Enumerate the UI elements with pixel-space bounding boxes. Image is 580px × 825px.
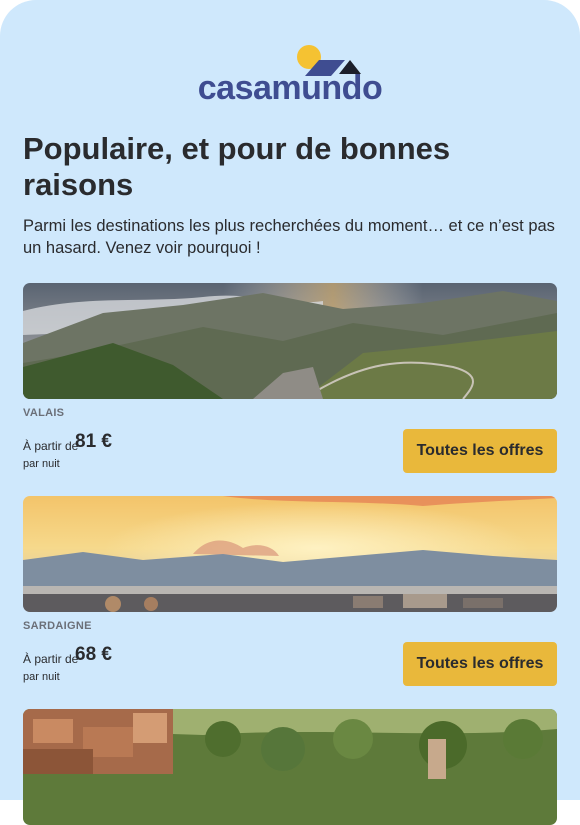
all-offers-button-sardaigne[interactable]: Toutes les offres [403, 642, 557, 686]
destination-card-sardaigne: SARDAIGNE À partir de 68 € par nuit Tout… [23, 496, 557, 686]
destination-name: SARDAIGNE [23, 620, 92, 632]
destination-card-third [23, 709, 557, 825]
price-from-label: À partir de [23, 439, 79, 453]
all-offers-button-valais[interactable]: Toutes les offres [403, 429, 557, 473]
destination-image-sardaigne[interactable] [23, 496, 557, 612]
price-unit-label: par nuit [23, 671, 60, 683]
mountain-valley-photo [23, 283, 557, 399]
price-row: À partir de 68 € par nuit Toutes les off… [23, 642, 557, 688]
logo-container: casamundo [195, 44, 385, 106]
destination-card-valais: VALAIS À partir de 81 € par nuit Toutes … [23, 283, 557, 473]
email-page: casamundo Populaire, et pour de bonnes r… [0, 0, 580, 825]
price-from-label: À partir de [23, 652, 79, 666]
destination-image-third[interactable] [23, 709, 557, 825]
destination-name: VALAIS [23, 407, 65, 419]
casamundo-logo[interactable]: casamundo [0, 44, 580, 106]
price-unit-label: par nuit [23, 458, 60, 470]
price-row: À partir de 81 € par nuit Toutes les off… [23, 429, 557, 475]
price-value: 81 € [75, 431, 112, 452]
destination-image-valais[interactable] [23, 283, 557, 399]
price-value: 68 € [75, 644, 112, 665]
coastal-sunset-photo [23, 496, 557, 612]
hill-town-photo [23, 709, 557, 825]
intro-text: Parmi les destinations les plus recherch… [23, 217, 555, 257]
page-title: Populaire, et pour de bonnes raisons [23, 131, 451, 202]
logo-wordmark: casamundo [197, 69, 383, 107]
